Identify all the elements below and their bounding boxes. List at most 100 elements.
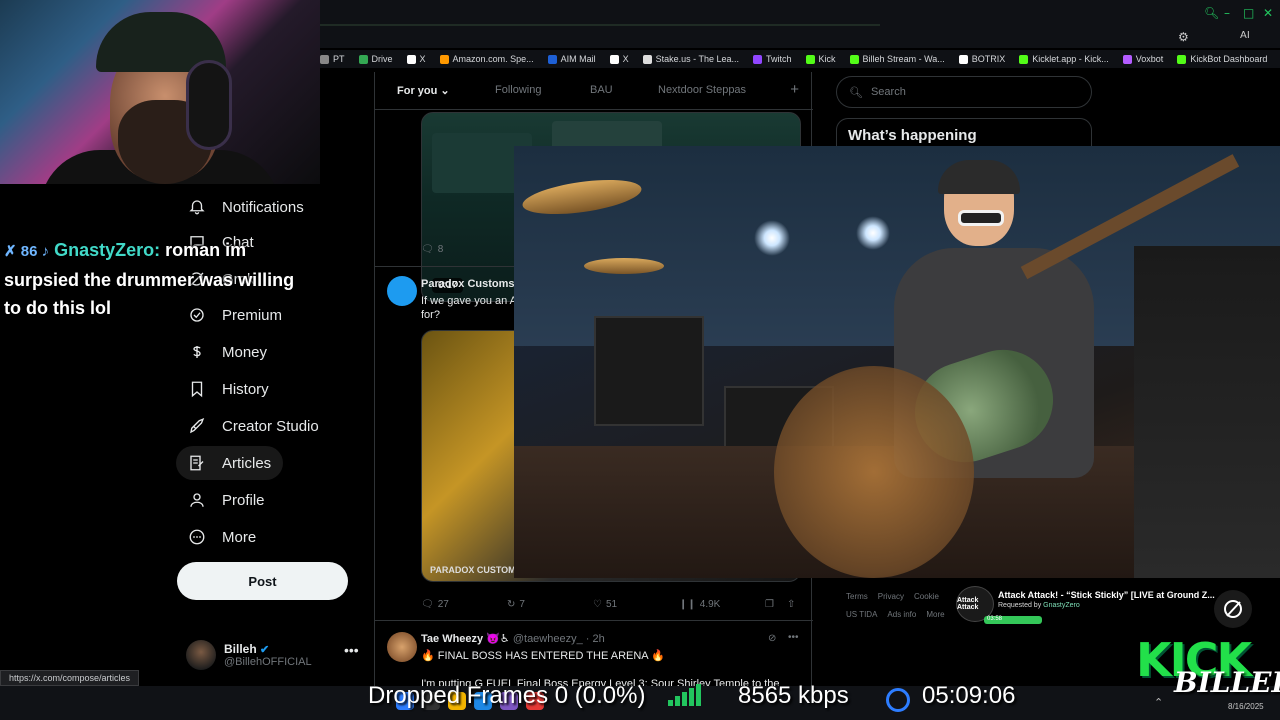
search-icon[interactable]: 🔍︎ [1204, 6, 1219, 20]
bookmark-item[interactable]: BOTRIX [958, 54, 1005, 64]
post-handle: @taewheezy_ · 2h [512, 633, 605, 645]
bookmark-item[interactable]: Stake.us - The Lea... [642, 54, 739, 64]
concert-video-overlay [514, 146, 1280, 578]
post-text-line: for? [421, 309, 440, 321]
bookmark-favicon-icon [805, 54, 815, 64]
now-playing-requester: Requested by GnastyZero [998, 602, 1080, 609]
tab-nextdoor-steppas[interactable]: Nextdoor Steppas [658, 84, 746, 96]
sidebar-item-label: More [222, 528, 257, 546]
account-handle: @BillehOFFICIAL [224, 656, 312, 668]
more-dots-icon[interactable]: ••• [344, 642, 359, 658]
stage-light [754, 220, 790, 256]
bookmark-item[interactable]: KickBot Dashboard [1177, 54, 1267, 64]
verified-icon: ✔︎ [260, 644, 270, 656]
post-author[interactable]: Paradox Customs [421, 278, 515, 290]
maximize-icon[interactable]: □ [1243, 6, 1254, 20]
bookmark-item[interactable]: PT [320, 54, 345, 64]
bell-icon [189, 200, 205, 215]
bookmark-item[interactable]: Twitch [753, 54, 792, 64]
bookmark-item[interactable]: Kick [805, 54, 836, 64]
search-placeholder: Search [870, 86, 906, 98]
grok-icon[interactable]: ⊘ [768, 633, 776, 644]
stream-uptime: 05:09:06 [922, 682, 1016, 709]
views-metric[interactable]: ❙❙ 4.9K [679, 599, 720, 610]
sidebar-item-creator-studio[interactable]: Creator Studio [176, 409, 331, 443]
drum [594, 316, 704, 426]
bookmark-favicon-icon [642, 54, 652, 64]
ai-icon[interactable]: AI [1240, 30, 1250, 41]
sidebar-item-articles[interactable]: Articles [176, 446, 284, 480]
sidebar-item-history[interactable]: History [176, 372, 281, 406]
tab-for-you[interactable]: For you ⌄ [397, 84, 450, 97]
repost-metric[interactable]: ↻ 7 [507, 599, 525, 610]
minimize-icon[interactable]: – [1224, 6, 1230, 20]
close-icon[interactable]: ✕ [1263, 6, 1273, 20]
headset [186, 60, 232, 150]
dropped-frames: Dropped Frames 0 (0.0%) [368, 682, 646, 709]
divider [375, 620, 813, 621]
footer-link[interactable]: Privacy [878, 592, 904, 601]
money-icon [193, 346, 201, 358]
more-circle-icon [189, 529, 205, 545]
bookmark-item[interactable]: Kicklet.app - Kick... [1019, 54, 1109, 64]
bookmark-item[interactable]: Billeh Stream - Wa... [849, 54, 945, 64]
bookmark-item[interactable]: Drive [358, 54, 393, 64]
footer-link[interactable]: More [926, 610, 944, 619]
chat-badges: ✗ 86 ♪ [4, 243, 50, 260]
sidebar-item-money[interactable]: Money [176, 335, 279, 369]
tab-bau[interactable]: BAU [590, 84, 613, 96]
post-text-line: 🔥 FINAL BOSS HAS ENTERED THE ARENA 🔥 [421, 650, 665, 662]
search-icon: 🔍︎ [849, 86, 863, 99]
bookmark-item[interactable]: Voxbot [1122, 54, 1163, 64]
address-bar-strip[interactable] [320, 24, 880, 26]
post-author[interactable]: Tae Wheezy 😈♿︎ @taewheezy_ · 2h [421, 632, 605, 645]
signature-logo: BILLEH [1174, 666, 1280, 699]
search-input[interactable]: 🔍︎ Search [836, 76, 1092, 108]
like-metric[interactable]: ♡ 51 [593, 599, 617, 610]
bookmark-favicon-icon [358, 54, 368, 64]
footer-link[interactable]: Ads info [887, 610, 916, 619]
account-name: Billeh [224, 642, 257, 656]
sidebar-item-label: Notifications [222, 198, 304, 216]
mute-icon[interactable] [1214, 590, 1252, 628]
avatar [186, 640, 216, 670]
timeline-tabs: For you ⌄ Following BAU Nextdoor Steppas… [375, 72, 813, 110]
sidebar-item-label: History [222, 380, 269, 398]
bookmark-icon[interactable]: ❐ [765, 599, 774, 610]
sidebar-item-notifications[interactable]: Notifications [176, 190, 316, 224]
account-switcher[interactable]: Billeh ✔︎ @BillehOFFICIAL ••• [186, 638, 366, 672]
sidebar-item-label: Profile [222, 491, 265, 509]
footer-link[interactable]: Terms [846, 592, 868, 601]
sidebar-item-profile[interactable]: Profile [176, 483, 277, 517]
bookmark-icon [191, 381, 203, 398]
bookmark-item[interactable]: Amazon.com. Spe... [439, 54, 534, 64]
sidebar-item-more[interactable]: More [176, 520, 268, 554]
footer-link[interactable]: US TIDA [846, 610, 877, 619]
bookmark-favicon-icon [1019, 54, 1029, 64]
reply-icon: 🗨︎ [421, 244, 434, 255]
now-playing-title: Attack Attack! - “Stick Stickly” [LIVE a… [998, 590, 1215, 600]
reply-metric[interactable]: 🗨︎ 27 [421, 599, 449, 610]
chat-username: GnastyZero: [54, 240, 161, 260]
reply-metric[interactable]: 🗨︎ 8 [421, 244, 443, 255]
share-icon[interactable]: ⇧ [787, 599, 795, 610]
webcam-feed [0, 0, 320, 184]
cymbal [584, 258, 664, 274]
footer-link[interactable]: Cookie [914, 592, 939, 601]
avatar[interactable] [387, 276, 417, 306]
bookmark-item[interactable]: AIM Mail [547, 54, 596, 64]
repost-icon: ↻ [507, 599, 516, 610]
extensions-icon[interactable]: ⚙ [1178, 30, 1189, 44]
post-button[interactable]: Post [177, 562, 348, 600]
more-dots-icon[interactable]: ••• [788, 632, 799, 643]
tab-following[interactable]: Following [495, 84, 541, 96]
tray-chevron-icon[interactable]: ⌃ [1154, 696, 1163, 709]
bookmark-item[interactable]: X [609, 54, 629, 64]
heart-icon: ♡ [593, 599, 602, 610]
add-tab-icon[interactable]: + [790, 81, 799, 98]
avatar[interactable] [387, 632, 417, 662]
audience [1134, 246, 1280, 578]
now-playing-progress: 03:58 [984, 616, 1042, 624]
bookmark-favicon-icon [547, 54, 557, 64]
bookmark-item[interactable]: X [406, 54, 426, 64]
